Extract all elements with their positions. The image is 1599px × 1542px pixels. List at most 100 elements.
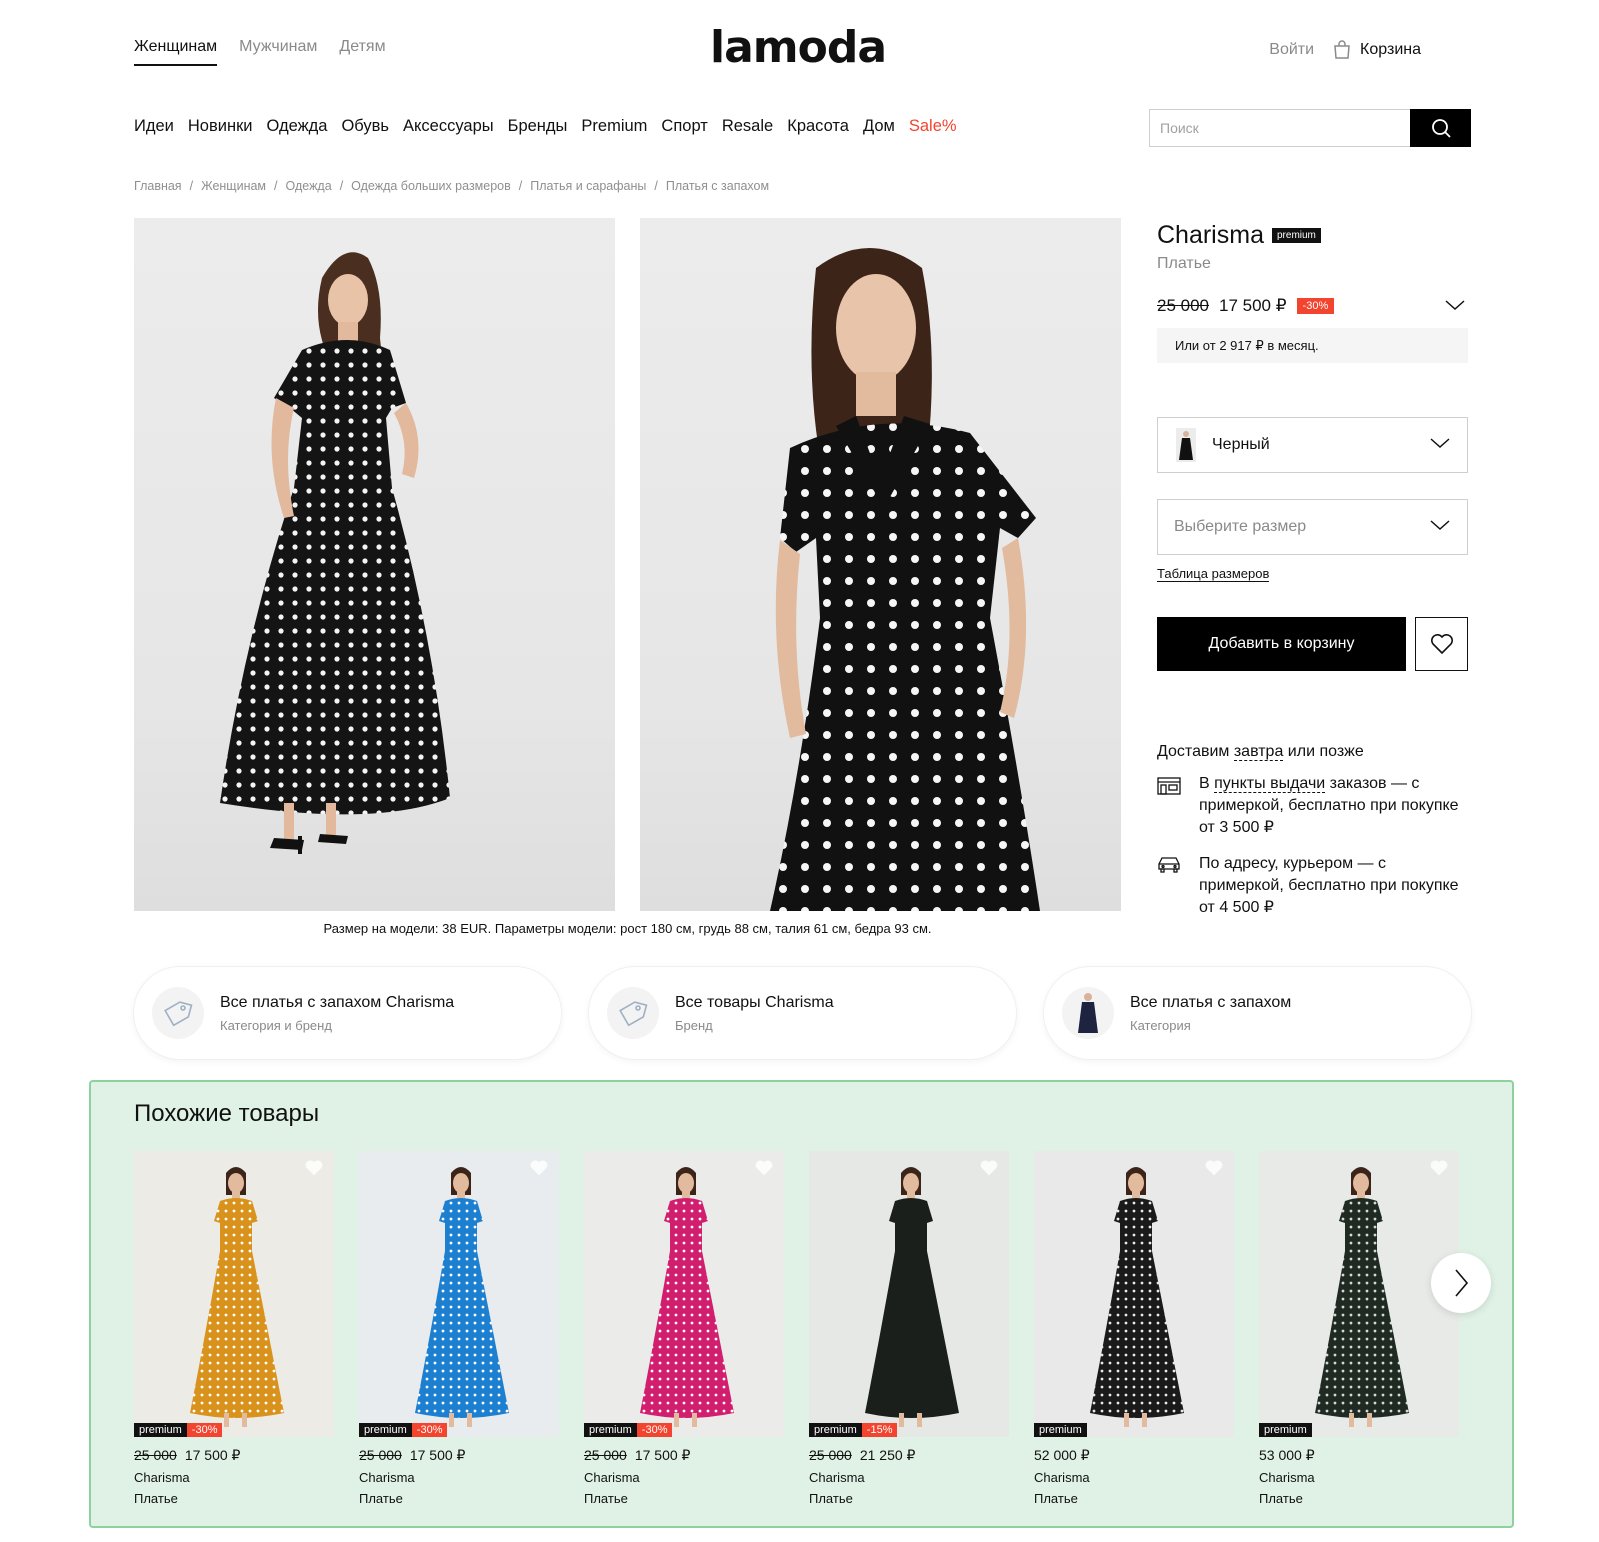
nav-item-resale[interactable]: Resale: [722, 117, 773, 136]
similar-product-card[interactable]: premium -15% 25 000 21 250 ₽ Charisma Пл…: [809, 1151, 1009, 1506]
tab-women[interactable]: Женщинам: [134, 38, 218, 66]
cart-link[interactable]: Корзина: [1332, 40, 1421, 60]
delivery-title-after: или позже: [1283, 743, 1364, 760]
old-price: 25 000: [134, 1447, 177, 1463]
size-select[interactable]: Выберите размер: [1157, 499, 1468, 555]
carousel-next-button[interactable]: [1431, 1253, 1491, 1313]
similar-product-card[interactable]: premium -30% 25 000 17 500 ₽ Charisma Пл…: [359, 1151, 559, 1506]
tab-men[interactable]: Мужчинам: [239, 38, 317, 66]
similar-product-card[interactable]: premium -30% 25 000 17 500 ₽ Charisma Пл…: [134, 1151, 334, 1506]
breadcrumb: Главная / Женщинам / Одежда / Одежда бол…: [134, 179, 769, 193]
similar-product-price: 25 000 21 250 ₽: [809, 1447, 1009, 1464]
similar-product-card[interactable]: premium 53 000 ₽ Charisma Платье: [1259, 1151, 1459, 1506]
breadcrumb-item[interactable]: Платья и сарафаны: [530, 179, 646, 193]
premium-badge: premium: [584, 1423, 637, 1437]
similar-product-image[interactable]: premium -15%: [809, 1151, 1009, 1437]
delivery-title: Доставим завтра или позже: [1157, 743, 1364, 761]
pickup-points-link[interactable]: пункты выдачи: [1214, 775, 1326, 793]
nav-item-sale[interactable]: Sale%: [909, 117, 957, 136]
heart-icon[interactable]: [1429, 1159, 1449, 1182]
nav-item-clothing[interactable]: Одежда: [267, 117, 328, 136]
heart-icon[interactable]: [529, 1159, 549, 1182]
similar-product-badges: premium: [1259, 1423, 1312, 1437]
heart-icon[interactable]: [304, 1159, 324, 1182]
tag-icon: [152, 987, 204, 1039]
similar-product-card[interactable]: premium -30% 25 000 17 500 ₽ Charisma Пл…: [584, 1151, 784, 1506]
breadcrumb-item[interactable]: Одежда больших размеров: [351, 179, 511, 193]
price-details-toggle[interactable]: [1444, 298, 1466, 317]
related-link-title: Все платья с запахом: [1130, 993, 1292, 1011]
similar-product-image[interactable]: premium -30%: [134, 1151, 334, 1437]
heart-icon[interactable]: [754, 1159, 774, 1182]
nav-item-home[interactable]: Дом: [863, 117, 895, 136]
current-price: 53 000 ₽: [1259, 1447, 1315, 1463]
color-select[interactable]: Черный: [1157, 417, 1468, 473]
nav-item-shoes[interactable]: Обувь: [341, 117, 389, 136]
similar-product-image[interactable]: premium -30%: [359, 1151, 559, 1437]
similar-product-brand: Charisma: [584, 1470, 640, 1485]
tag-icon: [607, 987, 659, 1039]
product-photo-closeup[interactable]: [640, 218, 1121, 911]
similar-product-card[interactable]: premium 52 000 ₽ Charisma Платье: [1034, 1151, 1234, 1506]
wishlist-button[interactable]: [1415, 617, 1468, 671]
similar-product-image[interactable]: premium: [1034, 1151, 1234, 1437]
current-price: 17 500 ₽: [409, 1447, 466, 1463]
similar-product-price: 53 000 ₽: [1259, 1447, 1459, 1464]
related-link-title: Все платья с запахом Charisma: [220, 993, 455, 1011]
pickup-point-icon: [1157, 773, 1183, 839]
similar-product-image[interactable]: premium: [1259, 1151, 1459, 1437]
current-price: 17 500 ₽: [184, 1447, 241, 1463]
similar-product-type: Платье: [584, 1491, 628, 1506]
similar-product-brand: Charisma: [1034, 1470, 1090, 1485]
car-icon: [1157, 853, 1183, 919]
premium-badge: premium: [1034, 1423, 1087, 1437]
size-table-link[interactable]: Таблица размеров: [1157, 566, 1270, 582]
discount-badge: -30%: [186, 1423, 223, 1437]
price-row: 25 000 17 500 ₽ -30%: [1157, 296, 1335, 316]
premium-badge: premium: [134, 1423, 187, 1437]
nav-item-ideas[interactable]: Идеи: [134, 117, 174, 136]
breadcrumb-item[interactable]: Женщинам: [201, 179, 266, 193]
similar-product-badges: premium -15%: [809, 1423, 898, 1437]
account-area: Войти Корзина: [1269, 40, 1421, 60]
cart-label: Корзина: [1360, 41, 1421, 58]
product-photo-full[interactable]: [134, 218, 615, 911]
nav-item-beauty[interactable]: Красота: [787, 117, 849, 136]
premium-badge: premium: [359, 1423, 412, 1437]
search-button[interactable]: [1410, 109, 1471, 147]
nav-item-new[interactable]: Новинки: [188, 117, 253, 136]
heart-icon[interactable]: [979, 1159, 999, 1182]
breadcrumb-item[interactable]: Главная: [134, 179, 182, 193]
similar-product-image[interactable]: premium -30%: [584, 1151, 784, 1437]
search-input[interactable]: [1149, 109, 1410, 147]
related-link-subtitle: Категория: [1130, 1017, 1191, 1033]
heart-icon[interactable]: [1204, 1159, 1224, 1182]
add-to-cart-button[interactable]: Добавить в корзину: [1157, 617, 1406, 671]
product-brand[interactable]: Charisma: [1157, 221, 1264, 250]
tab-kids[interactable]: Детям: [339, 38, 385, 66]
search-icon: [1431, 119, 1451, 138]
old-price: 25 000: [1157, 296, 1209, 315]
nav-item-brands[interactable]: Бренды: [508, 117, 568, 136]
gender-tabs: Женщинам Мужчинам Детям: [134, 38, 386, 66]
current-price: 52 000 ₽: [1034, 1447, 1090, 1463]
delivery-title-before: Доставим: [1157, 743, 1234, 760]
related-link-subtitle: Категория и бренд: [220, 1017, 332, 1033]
similar-product-illustration: [809, 1151, 1009, 1437]
login-link[interactable]: Войти: [1269, 41, 1314, 59]
breadcrumb-item[interactable]: Одежда: [286, 179, 332, 193]
similar-product-badges: premium -30%: [584, 1423, 673, 1437]
nav-item-accessories[interactable]: Аксессуары: [403, 117, 494, 136]
installment-info: Или от 2 917 ₽ в месяц.: [1157, 328, 1468, 363]
related-link-category[interactable]: Все платья с запахом Категория: [1044, 967, 1471, 1059]
site-logo[interactable]: lamoda: [710, 22, 887, 73]
delivery-date-link[interactable]: завтра: [1233, 743, 1284, 761]
chevron-down-icon: [1429, 436, 1451, 455]
breadcrumb-separator: /: [274, 179, 278, 193]
nav-item-sport[interactable]: Спорт: [661, 117, 707, 136]
nav-item-premium[interactable]: Premium: [581, 117, 647, 136]
related-link-brand[interactable]: Все товары Charisma Бренд: [589, 967, 1016, 1059]
related-link-category-brand[interactable]: Все платья с запахом Charisma Категория …: [134, 967, 561, 1059]
breadcrumb-item-current[interactable]: Платья с запахом: [666, 179, 769, 193]
premium-badge: premium: [1271, 228, 1321, 243]
